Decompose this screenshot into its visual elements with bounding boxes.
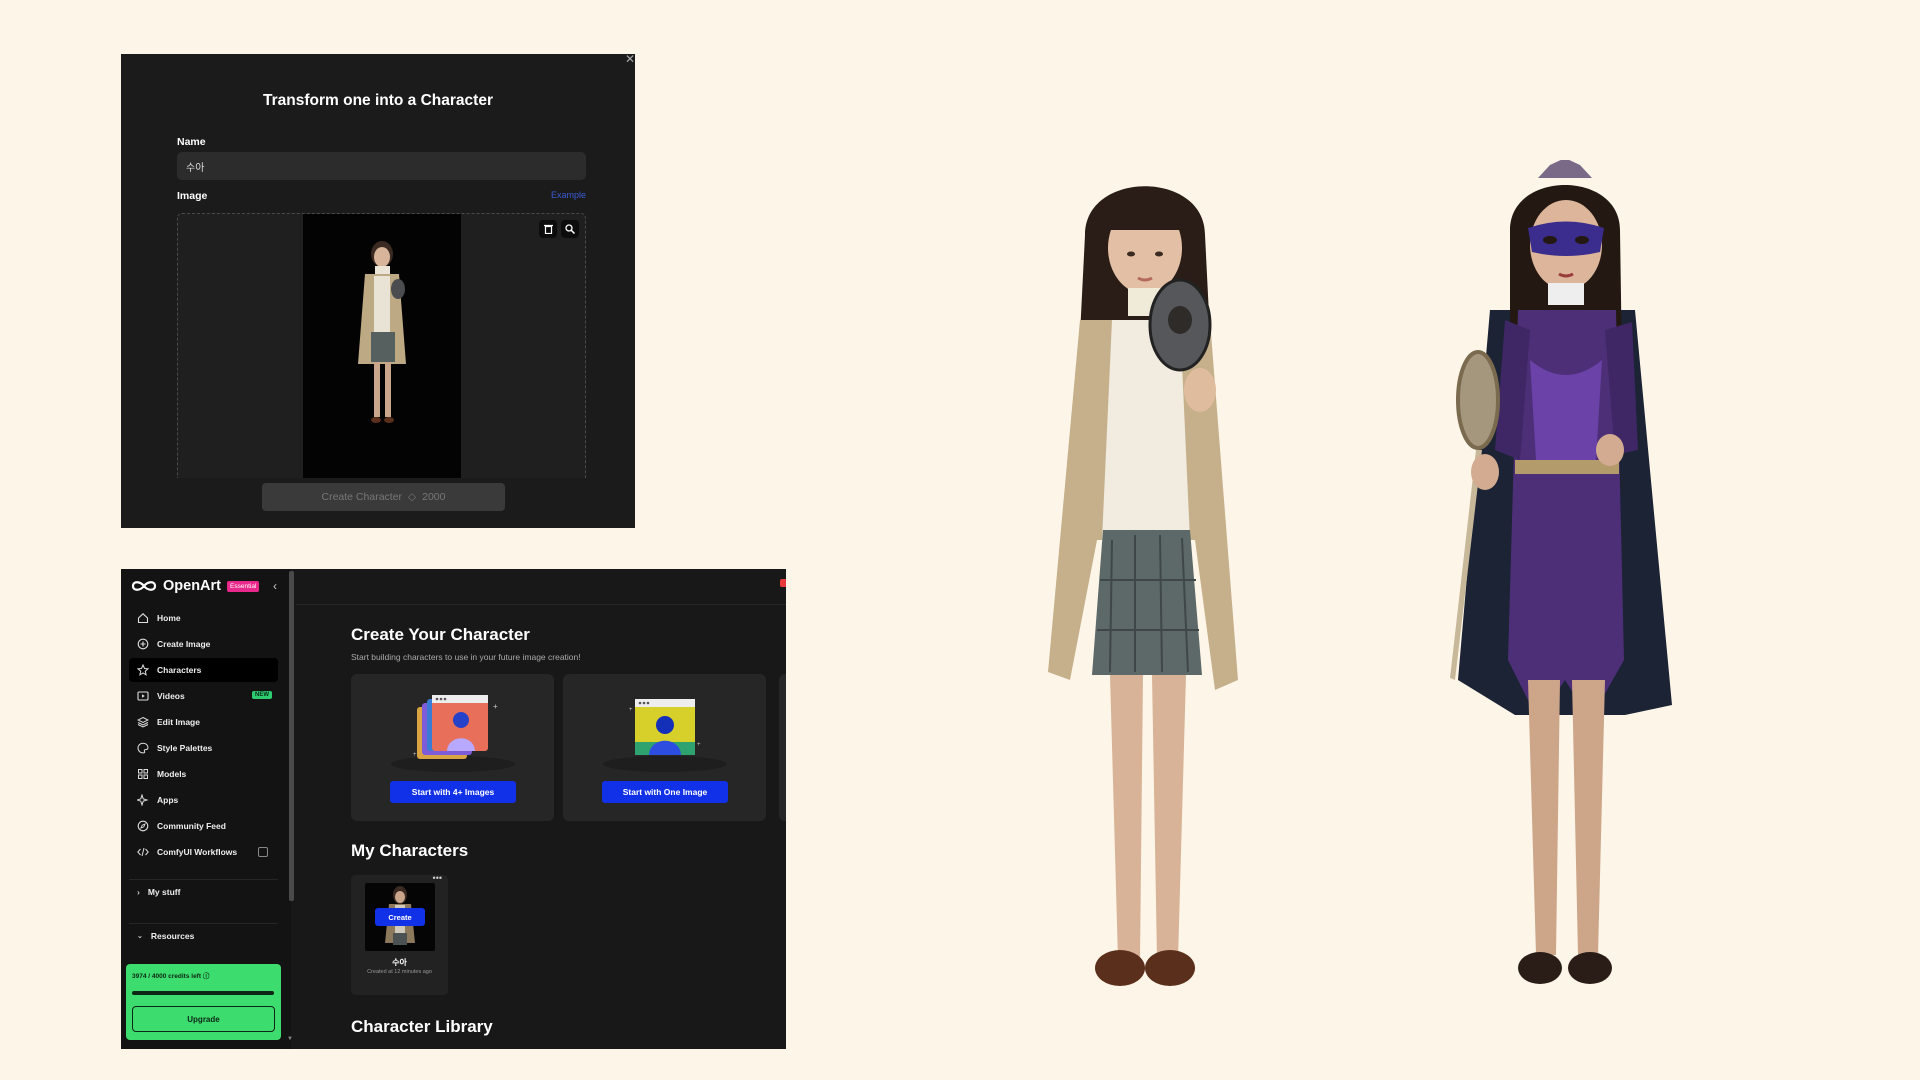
sidebar-item-models[interactable]: Models: [129, 762, 278, 786]
character-card[interactable]: ••• Create 수아 Created at 12 minutes ago: [351, 873, 448, 995]
scroll-down-arrow-icon[interactable]: ▼: [287, 1036, 293, 1042]
dialog-title: Transform one into a Character: [263, 92, 493, 109]
notification-icon[interactable]: [780, 579, 786, 587]
resources-section[interactable]: ⌄ Resources: [129, 923, 278, 947]
sidebar-item-label: Create Image: [157, 639, 211, 649]
sidebar-item-home[interactable]: Home: [129, 606, 278, 630]
character-library-title: Character Library: [351, 1017, 493, 1036]
layers-icon: [137, 716, 149, 728]
sidebar-item-label: Apps: [157, 795, 179, 805]
uploaded-image-preview: [303, 214, 461, 478]
start-with-one-image-button[interactable]: Start with One Image: [602, 781, 728, 803]
my-stuff-label: My stuff: [147, 886, 181, 897]
more-options-icon[interactable]: •••: [433, 873, 442, 883]
grid-icon: [138, 769, 148, 779]
partial-card[interactable]: [779, 674, 786, 821]
create-character-button[interactable]: Create Character ◇ 2000: [262, 483, 505, 511]
openart-app: OpenArt Essential ‹ Home Create Image Ch…: [121, 569, 786, 1049]
character-image-masquerade: [1410, 158, 1710, 1005]
palette-icon: [137, 742, 149, 754]
svg-text:+: +: [697, 742, 701, 748]
page-title: Create Your Character: [351, 625, 530, 644]
close-icon[interactable]: ✕: [625, 52, 635, 66]
create-button[interactable]: Create: [375, 908, 425, 926]
sidebar-item-label: Style Palettes: [157, 743, 213, 753]
create-character-label: Create Character: [321, 491, 403, 503]
sidebar-item-label: Home: [157, 613, 181, 623]
my-characters-title: My Characters: [351, 841, 469, 860]
credits-text: 3974 / 4000 credits left ⓘ: [132, 973, 210, 980]
sidebar-item-characters[interactable]: Characters: [129, 658, 278, 682]
start-with-4-images-button[interactable]: Start with 4+ Images: [390, 781, 516, 803]
collapse-sidebar-icon[interactable]: ‹: [273, 579, 277, 593]
image-dropzone[interactable]: [177, 213, 586, 478]
chevron-right-icon: ›: [137, 886, 140, 897]
credit-gem-icon: ◇: [408, 491, 417, 503]
sidebar-item-label: Models: [157, 769, 187, 779]
chevron-down-icon: ⌄: [137, 932, 143, 940]
resources-label: Resources: [150, 930, 195, 941]
credits-panel: 3974 / 4000 credits left ⓘ Upgrade: [126, 964, 281, 1040]
logo[interactable]: OpenArt Essential: [131, 578, 260, 594]
code-icon: [137, 847, 149, 857]
name-input[interactable]: [177, 152, 586, 180]
video-icon: [137, 691, 149, 701]
plus-circle-icon: [137, 638, 149, 650]
multi-image-illustration: + +: [391, 695, 515, 772]
svg-text:+: +: [493, 702, 498, 711]
delete-icon[interactable]: [539, 220, 557, 238]
external-link-icon: [258, 847, 268, 857]
openart-logo-icon: [131, 581, 157, 591]
one-image-illustration: + +: [603, 699, 727, 772]
top-bar: [296, 569, 786, 605]
compass-icon: [137, 820, 149, 832]
upgrade-button[interactable]: Upgrade: [132, 1006, 275, 1032]
sidebar-item-label: Edit Image: [157, 717, 200, 727]
sidebar-item-apps[interactable]: Apps: [129, 788, 278, 812]
my-stuff-section[interactable]: › My stuff: [129, 879, 278, 903]
sidebar-item-videos[interactable]: Videos NEW: [129, 684, 278, 708]
sparkle-icon: [137, 794, 149, 806]
image-label: Image: [177, 190, 208, 202]
transform-character-dialog: Transform one into a Character ✕ Name Im…: [121, 52, 635, 528]
sidebar-item-comfyui-workflows[interactable]: ComfyUI Workflows: [129, 840, 278, 864]
home-icon: [137, 613, 149, 624]
sidebar-item-label: Videos: [157, 691, 185, 701]
sidebar-item-label: Characters: [157, 665, 202, 675]
star-icon: [137, 664, 149, 676]
sidebar-item-label: Community Feed: [157, 821, 226, 831]
sidebar-item-community-feed[interactable]: Community Feed: [129, 814, 278, 838]
new-badge: NEW: [252, 691, 272, 699]
start-one-image-card[interactable]: + + Start with One Image: [563, 674, 766, 821]
credits-progress-bar: [132, 991, 275, 995]
sidebar-item-style-palettes[interactable]: Style Palettes: [129, 736, 278, 760]
sidebar-item-label: ComfyUI Workflows: [157, 847, 238, 857]
sidebar-scrollbar[interactable]: [289, 571, 294, 901]
character-created-time: Created at 12 minutes ago: [367, 969, 432, 975]
sidebar-item-create-image[interactable]: Create Image: [129, 632, 278, 656]
page-subtitle: Start building characters to use in your…: [351, 652, 581, 662]
character-image-casual: [1000, 160, 1300, 1005]
svg-text:+: +: [413, 752, 417, 758]
svg-text:+: +: [629, 707, 633, 713]
plan-badge: Essential: [227, 580, 260, 592]
name-label: Name: [177, 136, 206, 148]
sidebar-item-edit-image[interactable]: Edit Image: [129, 710, 278, 734]
character-name: 수아: [392, 958, 407, 967]
zoom-icon[interactable]: [561, 220, 579, 238]
logo-text: OpenArt: [163, 578, 221, 594]
sidebar: OpenArt Essential ‹ Home Create Image Ch…: [121, 569, 293, 1049]
credit-cost: 2000: [422, 491, 446, 503]
main-content: Create Your Character Start building cha…: [296, 569, 786, 1049]
start-multi-image-card[interactable]: + + Start with 4+ Images: [351, 674, 554, 821]
example-link[interactable]: Example: [551, 190, 586, 200]
